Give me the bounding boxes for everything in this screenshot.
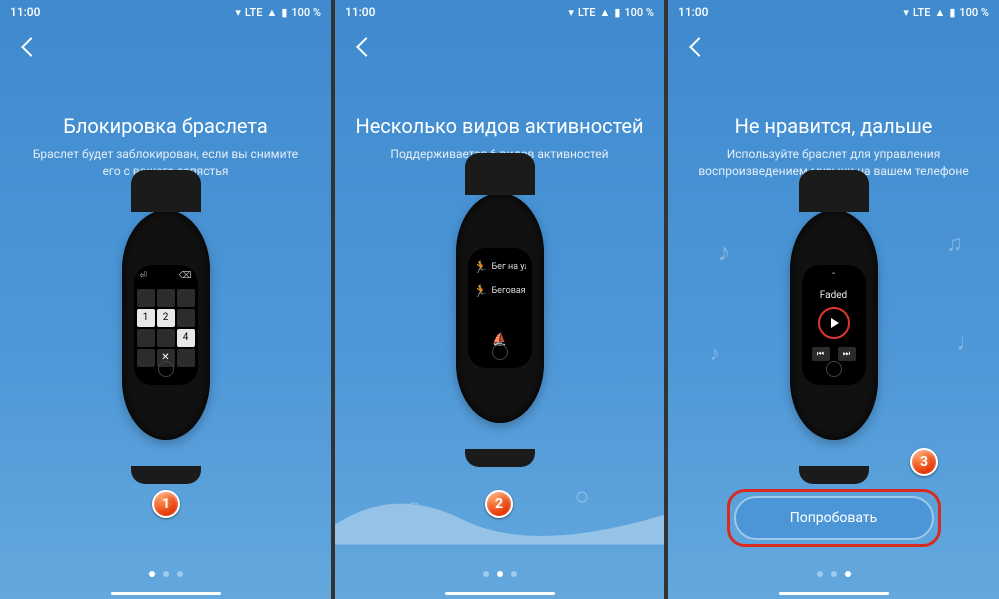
onboarding-screen-3: 11:00 ▾ LTE ▲ ▮ 100 % Не нравится, дальш… [666, 0, 999, 599]
back-mini-icon: ⏎ [140, 271, 148, 281]
network-label: LTE [245, 6, 263, 19]
wifi-icon: ▾ [235, 6, 241, 19]
band-home-button [826, 361, 842, 377]
battery-icon: ▮ [281, 6, 287, 19]
step-badge-3: 3 [910, 448, 938, 476]
band-home-button [158, 361, 174, 377]
back-button[interactable] [21, 37, 41, 57]
android-nav-bar[interactable] [779, 592, 889, 595]
back-button[interactable] [689, 37, 709, 57]
band-image: ⏎⌫ 12 4 ✕ [122, 210, 210, 440]
page-indicator [483, 571, 517, 577]
play-button-icon [818, 307, 850, 339]
status-time: 11:00 [345, 5, 375, 19]
android-nav-bar[interactable] [445, 592, 555, 595]
back-button[interactable] [356, 37, 376, 57]
band-image: 🏃Бег на ули 🏃Беговая до ⛵ [456, 193, 544, 423]
cta-highlight: Попробовать [727, 489, 941, 547]
android-nav-bar[interactable] [111, 592, 221, 595]
network-label: LTE [913, 6, 931, 19]
key-2: 2 [157, 309, 175, 327]
signal-icon: ▲ [934, 6, 945, 19]
band-home-button [492, 344, 508, 360]
svg-text:♪: ♪ [718, 237, 731, 267]
run-icon: 🏃 [474, 260, 488, 274]
prev-track-icon: ⏮ [812, 347, 830, 361]
try-button[interactable]: Попробовать [734, 496, 934, 540]
status-bar: 11:00 ▾ LTE ▲ ▮ 100 % [335, 0, 664, 24]
band-screen-music: ⌃ Faded ⏮ ⏭ [802, 265, 866, 385]
page-title: Блокировка браслета [63, 114, 268, 138]
page-title: Несколько видов активностей [355, 114, 643, 138]
battery-text: 100 % [624, 6, 654, 19]
chevron-up-icon: ⌃ [830, 271, 837, 280]
status-time: 11:00 [678, 5, 708, 19]
next-track-icon: ⏭ [838, 347, 856, 361]
activity-label: Бег на ули [492, 262, 526, 272]
svg-text:♫: ♫ [946, 231, 962, 256]
key-4: 4 [177, 329, 195, 347]
song-title: Faded [820, 290, 847, 301]
network-label: LTE [578, 6, 596, 19]
step-badge-1: 1 [152, 490, 180, 518]
status-time: 11:00 [10, 5, 40, 19]
page-indicator [149, 571, 183, 577]
status-bar: 11:00 ▾ LTE ▲ ▮ 100 % [0, 0, 331, 24]
battery-icon: ▮ [614, 6, 620, 19]
svg-text:♪: ♪ [710, 342, 720, 365]
band-screen-activities: 🏃Бег на ули 🏃Беговая до ⛵ [468, 248, 532, 368]
activity-label: Беговая до [492, 286, 526, 296]
step-badge-2: 2 [485, 490, 513, 518]
wifi-icon: ▾ [568, 6, 574, 19]
signal-icon: ▲ [266, 6, 277, 19]
delete-mini-icon: ⌫ [179, 271, 192, 281]
battery-icon: ▮ [949, 6, 955, 19]
band-image: ⌃ Faded ⏮ ⏭ [790, 210, 878, 440]
key-1: 1 [137, 309, 155, 327]
band-screen-keypad: ⏎⌫ 12 4 ✕ [134, 265, 198, 385]
battery-text: 100 % [959, 6, 989, 19]
page-title: Не нравится, дальше [735, 114, 933, 138]
wifi-icon: ▾ [903, 6, 909, 19]
status-bar: 11:00 ▾ LTE ▲ ▮ 100 % [668, 0, 999, 24]
page-indicator [817, 571, 851, 577]
signal-icon: ▲ [599, 6, 610, 19]
battery-text: 100 % [291, 6, 321, 19]
treadmill-icon: 🏃 [474, 284, 488, 298]
svg-text:♩: ♩ [956, 328, 980, 356]
